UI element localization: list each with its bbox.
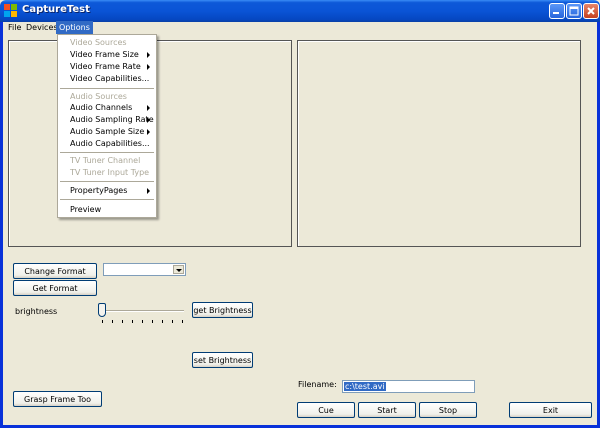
brightness-label: brightness	[15, 307, 58, 316]
menu-options[interactable]: Options	[56, 21, 93, 34]
slider-tick	[122, 320, 123, 323]
menu-item-video-capabilities[interactable]: Video Capabilities...	[58, 73, 156, 85]
close-icon	[587, 7, 595, 15]
slider-tick	[102, 320, 103, 323]
submenu-arrow-icon	[147, 64, 150, 70]
slider-tick	[132, 320, 133, 323]
cue-button[interactable]: Cue	[297, 402, 355, 418]
app-icon	[4, 4, 18, 18]
chevron-down-icon	[176, 269, 182, 272]
filename-label: Filename:	[298, 380, 337, 389]
capture-test-window: CaptureTest File Devices Options Video S…	[0, 0, 600, 428]
stop-button[interactable]: Stop	[419, 402, 477, 418]
menu-item-audio-channels[interactable]: Audio Channels	[58, 102, 156, 114]
menu-separator	[60, 199, 154, 200]
combo-dropdown-button[interactable]	[173, 265, 184, 274]
minimize-button[interactable]	[549, 3, 565, 19]
maximize-icon	[569, 6, 579, 16]
menu-separator	[60, 152, 154, 153]
window-frame-left	[0, 22, 3, 428]
menu-item-video-frame-rate[interactable]: Video Frame Rate	[58, 61, 156, 73]
submenu-arrow-icon	[147, 129, 150, 135]
filename-input[interactable]: c:\test.avi	[342, 380, 475, 393]
menu-item-audio-sampling-rate[interactable]: Audio Sampling Rate	[58, 114, 156, 126]
submenu-arrow-icon	[147, 117, 150, 123]
filename-value: c:\test.avi	[344, 382, 386, 391]
submenu-arrow-icon	[147, 188, 150, 194]
menu-bar: File Devices Options	[3, 21, 597, 35]
options-menu: Video Sources Video Frame Size Video Fra…	[57, 34, 157, 218]
grasp-frame-button[interactable]: Grasp Frame Too	[13, 391, 102, 407]
slider-tick	[162, 320, 163, 323]
maximize-button[interactable]	[566, 3, 582, 19]
menu-item-property-pages[interactable]: PropertyPages	[58, 185, 156, 197]
get-format-button[interactable]: Get Format	[13, 280, 97, 296]
menu-item-audio-capabilities[interactable]: Audio Capabilities...	[58, 138, 156, 150]
menu-separator	[60, 88, 154, 89]
title-bar[interactable]: CaptureTest	[0, 0, 600, 22]
brightness-slider-track[interactable]	[102, 310, 184, 312]
menu-item-preview[interactable]: Preview	[58, 204, 156, 216]
slider-tick	[112, 320, 113, 323]
close-button[interactable]	[583, 3, 599, 19]
menu-item-video-frame-size[interactable]: Video Frame Size	[58, 49, 156, 61]
menu-devices[interactable]: Devices	[23, 21, 61, 34]
set-brightness-button[interactable]: set Brightness	[192, 352, 253, 368]
menu-item-video-sources: Video Sources	[70, 38, 127, 47]
slider-tick	[182, 320, 183, 323]
minimize-icon	[553, 12, 559, 14]
window-title: CaptureTest	[22, 4, 90, 15]
menu-item-audio-sample-size[interactable]: Audio Sample Size	[58, 126, 156, 138]
get-brightness-button[interactable]: get Brightness	[192, 302, 253, 318]
video-preview-panel-right	[297, 40, 581, 247]
exit-button[interactable]: Exit	[509, 402, 592, 418]
menu-item-tv-tuner-input-type: TV Tuner Input Type	[70, 168, 150, 177]
menu-file[interactable]: File	[5, 21, 24, 34]
submenu-arrow-icon	[147, 105, 150, 111]
slider-tick	[172, 320, 173, 323]
submenu-arrow-icon	[147, 52, 150, 58]
menu-separator	[60, 181, 154, 182]
slider-tick	[142, 320, 143, 323]
menu-item-tv-tuner-channel: TV Tuner Channel	[70, 156, 141, 165]
format-combo[interactable]	[103, 263, 186, 276]
change-format-button[interactable]: Change Format	[13, 263, 97, 279]
brightness-slider-thumb[interactable]	[98, 303, 106, 317]
start-button[interactable]: Start	[358, 402, 416, 418]
slider-tick	[152, 320, 153, 323]
